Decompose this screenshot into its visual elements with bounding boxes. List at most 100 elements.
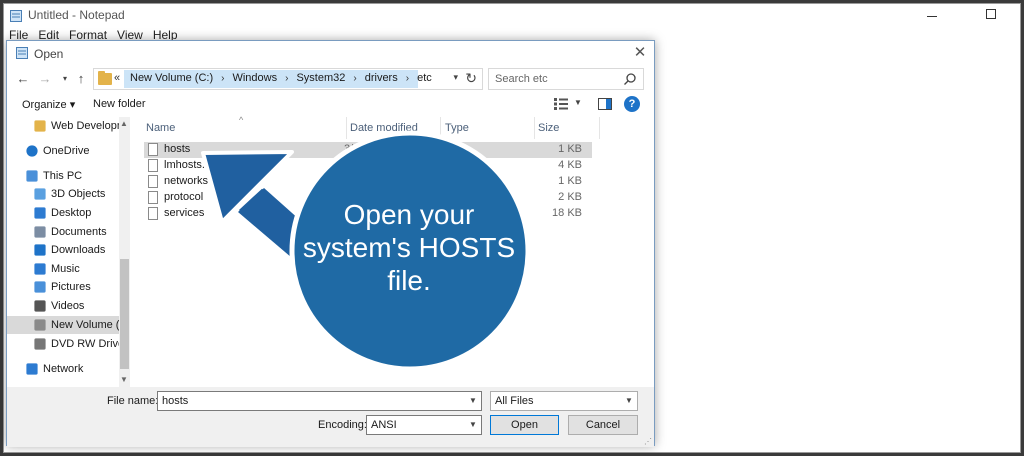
up-arrow-icon[interactable]: ↑ — [73, 70, 89, 88]
chevron-down-icon[interactable]: ▼ — [469, 420, 477, 429]
web-folder-icon — [34, 120, 46, 132]
cloud-icon — [26, 145, 38, 157]
sidebar-item[interactable]: DVD RW Drive (D — [7, 335, 119, 353]
chevron-down-icon[interactable]: ▾ — [453, 72, 458, 83]
cube-icon — [34, 188, 46, 200]
sidebar-item[interactable]: 3D Objects — [7, 185, 119, 203]
new-folder-button[interactable]: New folder — [93, 98, 146, 110]
chevron-right-icon[interactable]: › — [402, 73, 413, 84]
search-input[interactable]: Search etc — [488, 68, 644, 90]
file-row[interactable]: networks 1 KB — [144, 174, 592, 190]
sidebar-item[interactable]: Desktop — [7, 204, 119, 222]
file-name-label: File name: — [107, 395, 159, 407]
address-bar[interactable]: « New Volume (C:) › Windows › System32 ›… — [93, 68, 483, 90]
sidebar-item[interactable]: Web Developme — [7, 117, 119, 135]
sidebar-item[interactable]: Network — [7, 360, 119, 378]
file-name: services — [164, 207, 205, 219]
column-divider[interactable] — [440, 117, 441, 139]
cancel-button[interactable]: Cancel — [568, 415, 638, 435]
help-icon[interactable]: ? — [624, 96, 640, 112]
dvd-icon — [34, 338, 46, 350]
drive-icon — [34, 319, 46, 331]
sidebar-item[interactable]: Downloads — [7, 241, 119, 259]
breadcrumb: New Volume (C:) › Windows › System32 › d… — [126, 72, 436, 84]
column-divider[interactable] — [534, 117, 535, 139]
file-icon — [148, 159, 158, 172]
file-size: 1 KB — [558, 175, 582, 187]
column-header: ^ Name Date modified Type Size — [132, 115, 602, 141]
file-size: 4 KB — [558, 159, 582, 171]
file-icon — [148, 143, 158, 156]
view-options-icon[interactable] — [554, 98, 568, 110]
sidebar-item[interactable]: New Volume (C: — [7, 316, 119, 334]
sidebar-item[interactable]: Music — [7, 260, 119, 278]
crumb-drivers[interactable]: drivers — [361, 72, 402, 84]
network-icon — [26, 363, 38, 375]
sidebar-item[interactable]: Pictures — [7, 278, 119, 296]
chevron-down-icon[interactable]: ▼ — [120, 375, 128, 384]
sidebar-item[interactable]: OneDrive — [7, 142, 119, 160]
refresh-icon[interactable]: ↻ — [465, 70, 477, 87]
resize-grip-icon[interactable]: ⋰ — [644, 437, 652, 446]
column-divider[interactable] — [599, 117, 600, 139]
file-name: protocol — [164, 191, 204, 203]
sidebar-scrollbar[interactable]: ▲ ▼ — [119, 117, 130, 387]
navigation-bar: ← → ▾ ↑ « New Volume (C:) › Windows › Sy… — [7, 67, 654, 91]
forward-arrow-icon[interactable]: → — [37, 70, 53, 88]
encoding-label: Encoding: — [318, 419, 367, 431]
sidebar-item-label: This PC — [43, 170, 83, 182]
chevron-right-icon[interactable]: › — [217, 73, 228, 84]
minimize-button[interactable] — [924, 8, 940, 22]
notepad-titlebar: Untitled - Notepad — [4, 4, 1020, 24]
search-placeholder: Search etc — [495, 73, 548, 85]
file-row[interactable]: lmhosts.sa File 4 KB — [144, 158, 592, 174]
crumb-windows[interactable]: Windows — [228, 72, 281, 84]
file-size: 18 KB — [552, 207, 582, 219]
documents-icon — [34, 226, 46, 238]
column-size[interactable]: Size — [538, 122, 559, 134]
file-icon — [148, 191, 158, 204]
chevron-down-icon[interactable]: ▼ — [574, 98, 582, 107]
crumb-drive[interactable]: New Volume (C:) — [126, 72, 217, 84]
column-divider[interactable] — [346, 117, 347, 139]
column-type[interactable]: Type — [445, 122, 469, 134]
maximize-button[interactable] — [986, 9, 996, 19]
sidebar-item-label: Pictures — [51, 281, 91, 293]
sidebar-item[interactable]: This PC — [7, 167, 119, 185]
back-arrow-icon[interactable]: ← — [15, 70, 31, 88]
encoding-select[interactable]: ANSI — [366, 415, 482, 435]
column-date[interactable]: Date modified — [350, 122, 418, 134]
dialog-titlebar: Open ✕ — [7, 41, 654, 65]
file-icon — [148, 207, 158, 220]
desktop-icon — [34, 207, 46, 219]
file-row[interactable]: hosts 3/19 File 1 KB — [144, 142, 592, 158]
organize-button[interactable]: Organize ▾ — [22, 98, 75, 111]
notepad-icon — [10, 10, 22, 22]
column-name[interactable]: Name — [146, 122, 175, 134]
chevron-up-icon[interactable]: ▲ — [120, 119, 128, 128]
folder-icon — [98, 71, 112, 85]
notepad-title: Untitled - Notepad — [28, 8, 125, 22]
scrollbar-thumb[interactable] — [120, 259, 129, 369]
sidebar-item-label: 3D Objects — [51, 188, 106, 200]
sidebar-item[interactable]: Documents — [7, 223, 119, 241]
file-name: lmhosts.sa — [164, 159, 217, 171]
chevron-down-icon[interactable]: ▾ — [57, 70, 73, 88]
sidebar-item-label: Documents — [51, 226, 107, 238]
sidebar-item[interactable]: Videos — [7, 297, 119, 315]
crumb-etc[interactable]: etc — [413, 72, 436, 84]
file-name-field[interactable]: hosts — [157, 391, 482, 411]
callout-line: file. — [387, 265, 431, 296]
close-icon[interactable]: ✕ — [632, 45, 648, 61]
open-button[interactable]: Open — [490, 415, 559, 435]
preview-pane-icon[interactable] — [598, 98, 612, 110]
crumb-system32[interactable]: System32 — [292, 72, 349, 84]
chevron-down-icon[interactable]: ▼ — [469, 396, 477, 405]
chevron-right-icon[interactable]: › — [349, 73, 360, 84]
address-overflow[interactable]: « — [114, 72, 120, 84]
music-icon — [34, 263, 46, 275]
file-type-select[interactable]: All Files — [490, 391, 638, 411]
chevron-right-icon[interactable]: › — [281, 73, 292, 84]
file-type: File — [438, 159, 456, 171]
chevron-down-icon[interactable]: ▼ — [625, 396, 633, 405]
